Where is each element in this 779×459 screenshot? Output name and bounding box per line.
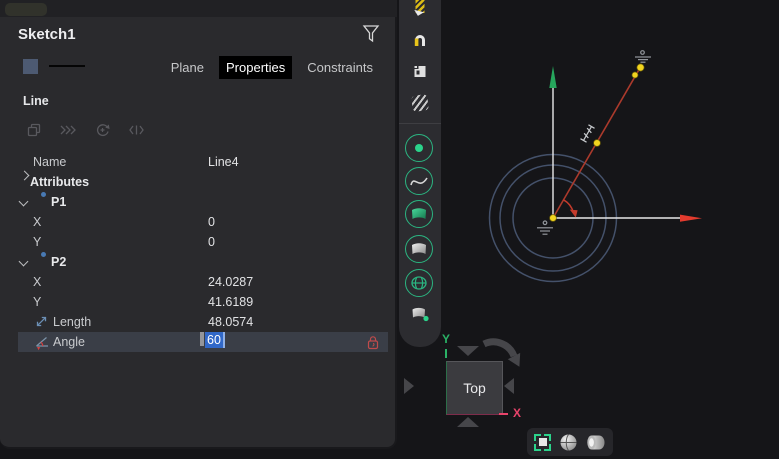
property-group-p2[interactable]: P2 xyxy=(0,252,393,272)
navcube-x-axis-label: X xyxy=(513,406,521,420)
property-row-p2x[interactable]: X 24.0287 xyxy=(0,272,393,292)
panel-top-strip xyxy=(0,0,397,17)
chevron-down-icon[interactable] xyxy=(19,197,29,207)
entity-type-label: Line xyxy=(23,94,49,108)
duplicate-icon[interactable] xyxy=(26,122,42,138)
navcube-x-axis-tick xyxy=(499,413,508,415)
tab-plane[interactable]: Plane xyxy=(164,56,211,79)
lock-icon[interactable] xyxy=(367,335,379,350)
spline-glyph xyxy=(408,170,430,192)
mesh-sphere-tool-icon[interactable] xyxy=(405,269,433,297)
surface-glyph xyxy=(410,242,428,256)
view-toolbar xyxy=(527,428,613,456)
length-dimension-icon xyxy=(580,125,594,142)
navcube-y-axis-label: Y xyxy=(442,332,450,346)
point-bullet-icon xyxy=(41,192,46,197)
skip-forward-icon[interactable] xyxy=(59,122,77,138)
mesh-sphere-glyph xyxy=(410,275,428,291)
window-tab[interactable] xyxy=(5,3,47,16)
property-row-p1y[interactable]: Y 0 xyxy=(0,232,393,252)
angle-icon xyxy=(35,335,50,351)
surface-green-tool-icon[interactable] xyxy=(405,200,433,228)
ground-constraint-icon xyxy=(635,51,651,63)
tab-properties[interactable]: Properties xyxy=(219,56,292,79)
tool-rail xyxy=(399,0,441,347)
end-point[interactable] xyxy=(637,64,644,71)
origin-point[interactable] xyxy=(550,215,557,222)
redo-plus-icon[interactable] xyxy=(94,122,111,138)
style-swatch[interactable] xyxy=(23,59,38,74)
spline-tool-icon[interactable] xyxy=(405,167,433,195)
near-end-point[interactable] xyxy=(632,72,638,78)
hole-icon[interactable] xyxy=(412,32,428,47)
y-axis-arrowhead-icon xyxy=(549,66,556,88)
point-bullet-icon xyxy=(41,252,46,257)
angle-value-input[interactable]: 60 xyxy=(205,332,225,348)
surface-gray-tool-icon[interactable] xyxy=(405,235,433,263)
property-row-length[interactable]: Length 48.0574 xyxy=(0,312,393,332)
property-value[interactable]: Line4 xyxy=(208,152,239,172)
ground-constraint-icon xyxy=(537,221,553,234)
sketch-points[interactable] xyxy=(550,64,645,222)
navcube-y-axis-tick xyxy=(445,349,447,358)
angle-dimension-arc xyxy=(564,200,578,218)
property-group-attributes[interactable]: Attributes xyxy=(0,172,393,192)
filter-icon[interactable] xyxy=(361,23,381,45)
y-axis[interactable] xyxy=(549,66,556,218)
panel-title: Sketch1 xyxy=(18,26,76,43)
tab-constraints[interactable]: Constraints xyxy=(300,56,380,79)
panel-tabs: Plane Properties Constraints xyxy=(164,56,380,79)
property-row-angle[interactable]: Angle 60 xyxy=(0,332,393,352)
row-action-toolbar xyxy=(26,122,145,138)
property-row-name[interactable]: Name Line4 xyxy=(0,152,393,172)
surface-glyph xyxy=(410,207,428,221)
line-style-sample[interactable] xyxy=(49,65,85,67)
property-row-p2y[interactable]: Y 41.6189 xyxy=(0,292,393,312)
property-label: Name xyxy=(33,152,66,172)
rotate-right-arrow-icon[interactable] xyxy=(504,378,514,394)
zoom-fit-icon[interactable] xyxy=(534,434,551,451)
sketch-properties-panel: Sketch1 Plane Properties Constraints Lin… xyxy=(0,17,397,449)
pocket-icon[interactable] xyxy=(413,64,428,79)
drill-icon[interactable] xyxy=(416,0,425,13)
code-icon[interactable] xyxy=(128,122,145,138)
sheet-point-icon[interactable] xyxy=(411,306,430,322)
property-group-p1[interactable]: P1 xyxy=(0,192,393,212)
length-icon xyxy=(35,315,48,328)
hatch-icon[interactable] xyxy=(411,94,429,112)
point-glyph xyxy=(415,144,423,152)
x-axis-arrowhead-icon xyxy=(680,215,702,222)
point-tool-icon[interactable] xyxy=(405,134,433,162)
mid-point[interactable] xyxy=(594,140,601,147)
chevron-down-icon[interactable] xyxy=(19,257,29,267)
rotate-left-arrow-icon[interactable] xyxy=(404,378,414,394)
edit-caret-handle[interactable] xyxy=(200,332,204,346)
rail-divider xyxy=(399,123,441,124)
roll-rotate-icon[interactable] xyxy=(474,332,522,374)
cad-application: Sketch1 Plane Properties Constraints Lin… xyxy=(0,0,779,459)
projection-icon[interactable] xyxy=(585,433,606,452)
rotate-down-arrow-icon[interactable] xyxy=(457,417,479,427)
orbit-sphere-icon[interactable] xyxy=(559,433,578,452)
property-row-p1x[interactable]: X 0 xyxy=(0,212,393,232)
chevron-right-icon[interactable] xyxy=(20,171,30,181)
